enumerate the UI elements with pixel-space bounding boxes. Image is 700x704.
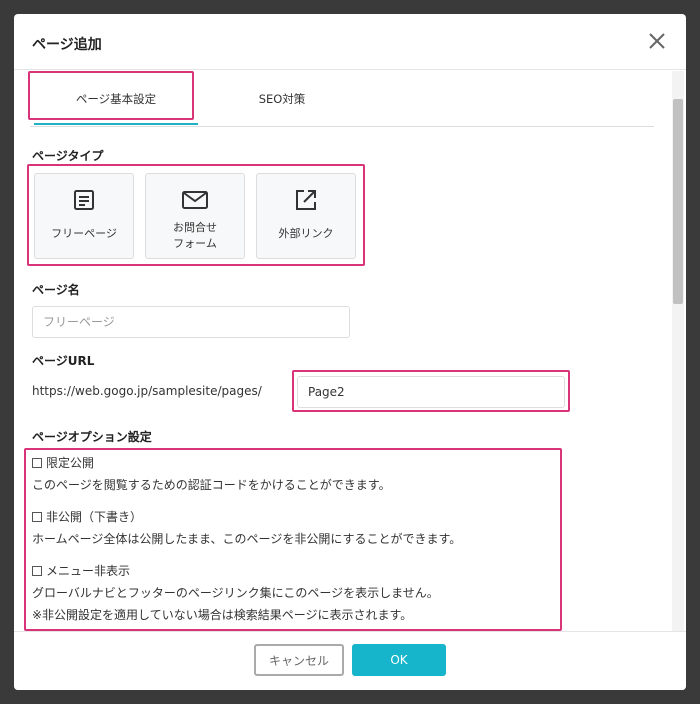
modal-header: ページ追加 <box>14 14 686 70</box>
modal-footer: キャンセル OK <box>14 631 686 690</box>
tab-basic-settings[interactable]: ページ基本設定 <box>30 71 202 127</box>
type-card-line1: お問合せ <box>173 221 217 234</box>
option-description: ホームページ全体は公開したまま、このページを非公開にすることができます。 <box>32 532 462 546</box>
option-description: このページを閲覧するための認証コードをかけることができます。 <box>32 478 391 492</box>
cancel-button[interactable]: キャンセル <box>254 644 344 676</box>
scrollbar-thumb[interactable] <box>673 99 683 304</box>
modal-body: ページ基本設定 SEO対策 ページタイプ フリーページ お問合せ フォーム 外部… <box>14 71 686 631</box>
option-private-draft[interactable]: 非公開（下書き） <box>32 508 142 525</box>
type-card-line1: 外部リンク <box>278 227 334 240</box>
tab-basic-settings-label: ページ基本設定 <box>75 92 157 106</box>
type-card-line1: フリーページ <box>51 227 117 240</box>
option-label: メニュー非表示 <box>46 564 131 578</box>
close-button[interactable] <box>646 30 668 52</box>
page-url-prefix: https://web.gogo.jp/samplesite/pages/ <box>32 384 262 398</box>
option-description: グローバルナビとフッターのページリンク集にこのページを表示しません。 <box>32 586 439 600</box>
document-icon <box>74 190 94 210</box>
type-card-external-link[interactable]: 外部リンク <box>256 173 356 259</box>
page-name-label: ページ名 <box>32 283 80 297</box>
checkbox[interactable] <box>32 511 42 522</box>
tab-bar: ページ基本設定 SEO対策 <box>30 71 654 127</box>
option-label: 限定公開 <box>46 456 95 470</box>
mail-icon <box>182 191 208 209</box>
type-card-label: フリーページ <box>51 226 117 242</box>
ok-button[interactable]: OK <box>352 644 446 676</box>
scrollbar[interactable] <box>672 71 684 631</box>
type-card-label: お問合せ フォーム <box>173 220 217 252</box>
type-card-label: 外部リンク <box>279 226 334 242</box>
page-url-input[interactable] <box>297 376 565 408</box>
option-limited-public[interactable]: 限定公開 <box>32 454 94 471</box>
page-type-label: ページタイプ <box>32 149 104 163</box>
option-hide-menu[interactable]: メニュー非表示 <box>32 562 130 579</box>
modal-title: ページ追加 <box>32 37 102 53</box>
tab-seo-label: SEO対策 <box>258 92 306 106</box>
type-card-line2: フォーム <box>173 237 217 250</box>
close-icon <box>649 33 665 49</box>
external-link-icon <box>296 190 316 210</box>
checkbox[interactable] <box>32 457 42 468</box>
option-label: 非公開（下書き） <box>46 510 143 524</box>
option-note: ※非公開設定を適用していない場合は検索結果ページに表示されます。 <box>32 608 413 622</box>
tab-seo[interactable]: SEO対策 <box>202 71 362 127</box>
type-card-free-page[interactable]: フリーページ <box>34 173 134 259</box>
modal: ページ追加 ページ基本設定 SEO対策 ページタイプ フリーページ お問合せ フ… <box>14 14 686 690</box>
page-url-label: ページURL <box>32 354 95 368</box>
page-options-label: ページオプション設定 <box>32 430 152 444</box>
type-card-contact-form[interactable]: お問合せ フォーム <box>145 173 245 259</box>
page-name-input[interactable] <box>32 306 350 338</box>
checkbox[interactable] <box>32 565 42 576</box>
